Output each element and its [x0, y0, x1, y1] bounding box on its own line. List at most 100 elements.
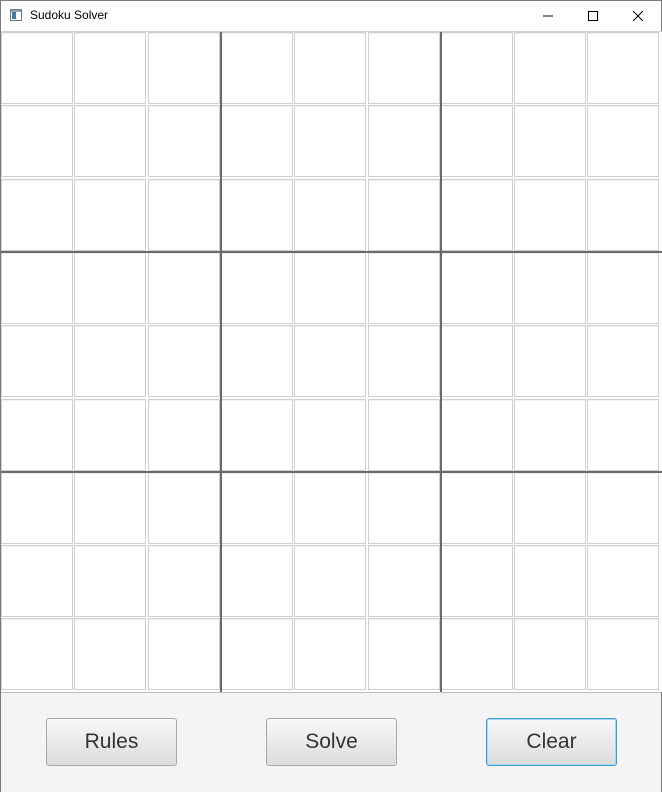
- grid-cell[interactable]: [294, 325, 366, 397]
- grid-cell[interactable]: [441, 618, 513, 690]
- grid-cell[interactable]: [221, 472, 293, 544]
- grid-cell[interactable]: [74, 399, 146, 471]
- grid-cell[interactable]: [148, 179, 220, 251]
- solve-button[interactable]: Solve: [266, 718, 397, 766]
- grid-cell[interactable]: [1, 472, 73, 544]
- grid-cell[interactable]: [587, 179, 659, 251]
- grid-cell[interactable]: [368, 545, 440, 617]
- grid-cell[interactable]: [441, 32, 513, 104]
- grid-cell[interactable]: [368, 399, 440, 471]
- grid-cell[interactable]: [587, 472, 659, 544]
- close-button[interactable]: [615, 1, 661, 31]
- grid-cell[interactable]: [148, 472, 220, 544]
- app-window: Sudoku Solver Rules Solve Clear: [0, 0, 662, 792]
- grid-cell[interactable]: [294, 399, 366, 471]
- grid-cell[interactable]: [148, 325, 220, 397]
- grid-cell[interactable]: [441, 545, 513, 617]
- grid-cell[interactable]: [74, 32, 146, 104]
- grid-cell[interactable]: [74, 325, 146, 397]
- grid-cell[interactable]: [1, 618, 73, 690]
- rules-button[interactable]: Rules: [46, 718, 177, 766]
- grid-cell[interactable]: [294, 252, 366, 324]
- grid-cell[interactable]: [587, 252, 659, 324]
- grid-cell[interactable]: [294, 472, 366, 544]
- box-separator-horizontal: [1, 251, 662, 253]
- window-title: Sudoku Solver: [30, 8, 109, 22]
- minimize-button[interactable]: [525, 1, 571, 31]
- grid-cell[interactable]: [587, 105, 659, 177]
- grid-cell[interactable]: [74, 252, 146, 324]
- clear-button[interactable]: Clear: [486, 718, 617, 766]
- grid-cell[interactable]: [148, 32, 220, 104]
- grid-cell[interactable]: [221, 325, 293, 397]
- grid-cell[interactable]: [221, 179, 293, 251]
- grid-cell[interactable]: [74, 618, 146, 690]
- grid-cell[interactable]: [1, 179, 73, 251]
- grid-cell[interactable]: [368, 32, 440, 104]
- grid-cell[interactable]: [514, 32, 586, 104]
- minimize-icon: [543, 15, 553, 17]
- grid-cell[interactable]: [1, 105, 73, 177]
- grid-cell[interactable]: [1, 252, 73, 324]
- grid-cell[interactable]: [221, 618, 293, 690]
- box-separator-horizontal: [1, 471, 662, 473]
- grid-cell[interactable]: [441, 325, 513, 397]
- grid-cell[interactable]: [221, 399, 293, 471]
- title-bar[interactable]: Sudoku Solver: [1, 1, 661, 31]
- button-bar: Rules Solve Clear: [1, 692, 661, 792]
- grid-cell[interactable]: [514, 399, 586, 471]
- grid-cell[interactable]: [221, 32, 293, 104]
- grid-cell[interactable]: [74, 105, 146, 177]
- grid-cell[interactable]: [294, 545, 366, 617]
- grid-cell[interactable]: [368, 179, 440, 251]
- grid-cell[interactable]: [294, 618, 366, 690]
- grid-cell[interactable]: [294, 105, 366, 177]
- grid-cell[interactable]: [441, 179, 513, 251]
- grid-cell[interactable]: [368, 472, 440, 544]
- grid-cell[interactable]: [1, 399, 73, 471]
- grid-cell[interactable]: [368, 105, 440, 177]
- grid-cell[interactable]: [1, 545, 73, 617]
- close-icon: [633, 11, 643, 21]
- maximize-button[interactable]: [570, 1, 616, 31]
- grid-cell[interactable]: [514, 472, 586, 544]
- grid-cell[interactable]: [587, 325, 659, 397]
- grid-cell[interactable]: [148, 618, 220, 690]
- grid-cell[interactable]: [587, 545, 659, 617]
- grid-cell[interactable]: [514, 252, 586, 324]
- grid-cell[interactable]: [1, 32, 73, 104]
- grid-cell[interactable]: [221, 545, 293, 617]
- grid-cell[interactable]: [294, 179, 366, 251]
- grid-cell[interactable]: [441, 105, 513, 177]
- grid-cell[interactable]: [587, 32, 659, 104]
- grid-cell[interactable]: [148, 105, 220, 177]
- grid-cell[interactable]: [441, 472, 513, 544]
- grid-cell[interactable]: [514, 325, 586, 397]
- grid-cell[interactable]: [148, 545, 220, 617]
- grid-cell[interactable]: [221, 105, 293, 177]
- grid-cell[interactable]: [74, 472, 146, 544]
- grid-cell[interactable]: [74, 545, 146, 617]
- app-icon: [10, 9, 22, 21]
- grid-cell[interactable]: [514, 179, 586, 251]
- grid-cell[interactable]: [148, 399, 220, 471]
- grid-cell[interactable]: [221, 252, 293, 324]
- grid-cell[interactable]: [514, 545, 586, 617]
- grid-cell[interactable]: [514, 105, 586, 177]
- maximize-icon: [588, 11, 598, 21]
- grid-cell[interactable]: [587, 618, 659, 690]
- grid-cell[interactable]: [368, 325, 440, 397]
- grid-cell[interactable]: [514, 618, 586, 690]
- box-separator-vertical: [440, 32, 442, 693]
- grid-cell[interactable]: [368, 618, 440, 690]
- grid-cell[interactable]: [368, 252, 440, 324]
- box-separator-vertical: [220, 32, 222, 693]
- grid-cell[interactable]: [74, 179, 146, 251]
- grid-cell[interactable]: [441, 252, 513, 324]
- grid-cell[interactable]: [294, 32, 366, 104]
- grid-cell[interactable]: [587, 399, 659, 471]
- grid-cell[interactable]: [148, 252, 220, 324]
- grid-cell[interactable]: [1, 325, 73, 397]
- sudoku-grid: [1, 31, 662, 693]
- grid-cell[interactable]: [441, 399, 513, 471]
